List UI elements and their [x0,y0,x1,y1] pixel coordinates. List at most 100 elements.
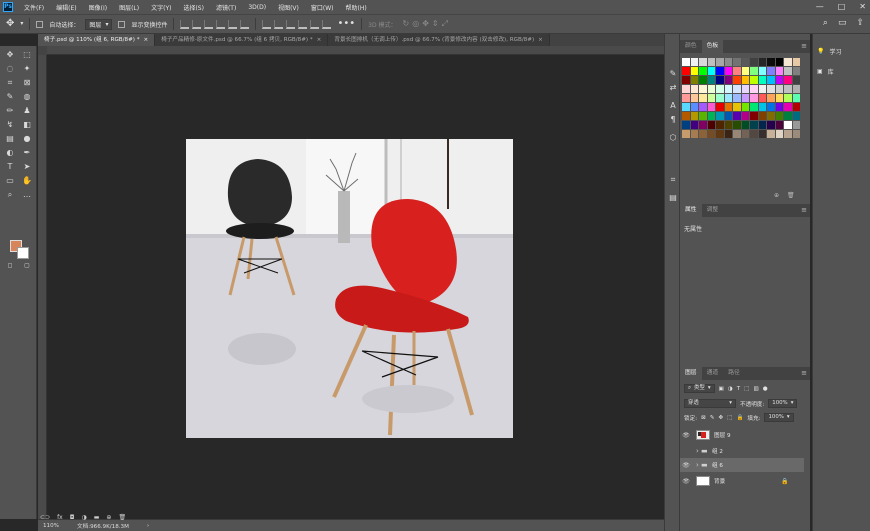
panel-menu-icon[interactable]: ≡ [801,204,807,217]
color-swatch[interactable] [775,121,783,129]
distribute-right-icon[interactable] [322,19,332,29]
close-icon[interactable]: × [317,37,322,43]
lock-position-icon[interactable]: ✥ [718,415,723,421]
color-swatch[interactable] [758,121,766,129]
menu-image[interactable]: 图像(I) [83,3,113,12]
layer-row[interactable]: 👁 › ▬ 组 6 [680,458,804,472]
color-swatch[interactable] [792,103,800,111]
color-swatch[interactable] [750,76,758,84]
screen-mode-icon[interactable]: ▢ [20,260,34,272]
color-swatch[interactable] [741,130,749,138]
color-swatch[interactable] [699,121,707,129]
tab-document-1[interactable]: 椅子.psd @ 110% (组 6, RGB/8#) * × [38,34,156,46]
color-swatch[interactable] [792,58,800,66]
search-icon[interactable]: ⌕ [823,18,828,28]
color-swatch[interactable] [707,58,715,66]
library-button[interactable]: ▣ 库 [817,67,834,76]
color-swatch[interactable] [699,103,707,111]
rectangle-tool-icon[interactable]: ▭ [3,175,17,187]
document-canvas[interactable] [186,139,513,438]
color-swatch[interactable] [792,94,800,102]
new-group-icon[interactable]: ▬ [94,514,100,521]
color-swatch[interactable] [758,67,766,75]
color-swatch[interactable] [690,130,698,138]
align-right-icon[interactable] [240,19,250,29]
color-swatch[interactable] [682,76,690,84]
distribute-top-icon[interactable] [262,19,272,29]
color-swatch[interactable] [716,58,724,66]
frame-tool-icon[interactable]: ⊠ [20,77,34,89]
brush-settings-icon[interactable]: ✎ [667,68,679,80]
color-swatch[interactable] [758,58,766,66]
color-swatch[interactable] [758,76,766,84]
color-swatch[interactable] [707,76,715,84]
artboard-tool-icon[interactable]: ⬚ [20,49,34,61]
fill-input[interactable]: 100% ▾ [764,413,794,422]
color-swatch[interactable] [758,85,766,93]
color-swatch[interactable] [733,94,741,102]
history-brush-icon[interactable]: ↯ [3,119,17,131]
panel-menu-icon[interactable]: ≡ [801,367,807,380]
color-swatch[interactable] [792,130,800,138]
color-swatch[interactable] [733,67,741,75]
background-color-swatch[interactable] [17,247,29,259]
paragraph-icon[interactable]: ¶ [667,114,679,126]
menu-file[interactable]: 文件(F) [18,3,50,12]
close-icon[interactable]: × [538,37,543,43]
eye-icon[interactable]: 👁 [680,432,692,439]
tab-adjustments[interactable]: 调整 [702,204,724,217]
workspace-icon[interactable]: ▭ [838,18,847,28]
filter-adjust-icon[interactable]: ◑ [728,386,733,392]
color-swatch[interactable] [741,58,749,66]
align-hcenter-icon[interactable] [228,19,238,29]
color-swatch[interactable] [690,121,698,129]
add-mask-icon[interactable]: ◘ [70,514,75,521]
color-swatch[interactable] [699,130,707,138]
color-swatch[interactable] [690,76,698,84]
color-swatch[interactable] [758,94,766,102]
color-swatch[interactable] [716,76,724,84]
show-transform-checkbox[interactable] [118,20,126,28]
new-swatch-icon[interactable]: ⊕ [774,192,779,199]
notes-icon[interactable]: ▤ [667,192,679,204]
share-icon[interactable]: ⇪ [856,18,864,28]
lock-transparent-icon[interactable]: ⊠ [701,415,706,421]
3d-roll-icon[interactable]: ◎ [412,18,419,30]
filter-smart-icon[interactable]: ▥ [753,386,758,392]
color-swatch[interactable] [741,121,749,129]
auto-select-dropdown[interactable]: 图层 ▾ [85,18,113,30]
color-swatch[interactable] [775,76,783,84]
layer-row[interactable]: 👁 背景 🔒 [680,474,804,488]
color-swatch[interactable] [767,76,775,84]
color-swatch[interactable] [707,112,715,120]
lock-all-icon[interactable]: 🔒 [736,415,743,421]
color-swatch[interactable] [690,94,698,102]
menu-window[interactable]: 窗口(W) [305,3,340,12]
chevron-right-icon[interactable]: › [147,523,149,529]
panel-menu-icon[interactable]: ≡ [801,40,807,53]
zoom-level[interactable]: 110% [43,523,59,529]
color-swatch[interactable] [699,85,707,93]
color-swatch[interactable] [784,130,792,138]
color-swatch[interactable] [724,76,732,84]
color-swatch[interactable] [784,67,792,75]
color-swatch[interactable] [784,94,792,102]
layer-kind-filter[interactable]: ⌕ 类型 ▾ [684,384,715,393]
3d-rotate-icon[interactable]: ↻ [403,18,410,30]
color-swatch[interactable] [767,85,775,93]
layer-comps-icon[interactable]: ⇄ [667,82,679,94]
color-swatch[interactable] [724,103,732,111]
color-swatch[interactable] [775,103,783,111]
character-icon[interactable]: A [667,100,679,112]
color-swatch[interactable] [682,112,690,120]
color-swatch[interactable] [767,112,775,120]
quick-mask-icon[interactable]: ◻ [3,260,17,272]
color-swatch[interactable] [716,67,724,75]
color-swatch[interactable] [775,67,783,75]
color-swatch[interactable] [716,94,724,102]
distribute-left-icon[interactable] [298,19,308,29]
color-swatch[interactable] [682,85,690,93]
color-swatch[interactable] [750,58,758,66]
color-swatch[interactable] [775,58,783,66]
color-swatch[interactable] [707,94,715,102]
